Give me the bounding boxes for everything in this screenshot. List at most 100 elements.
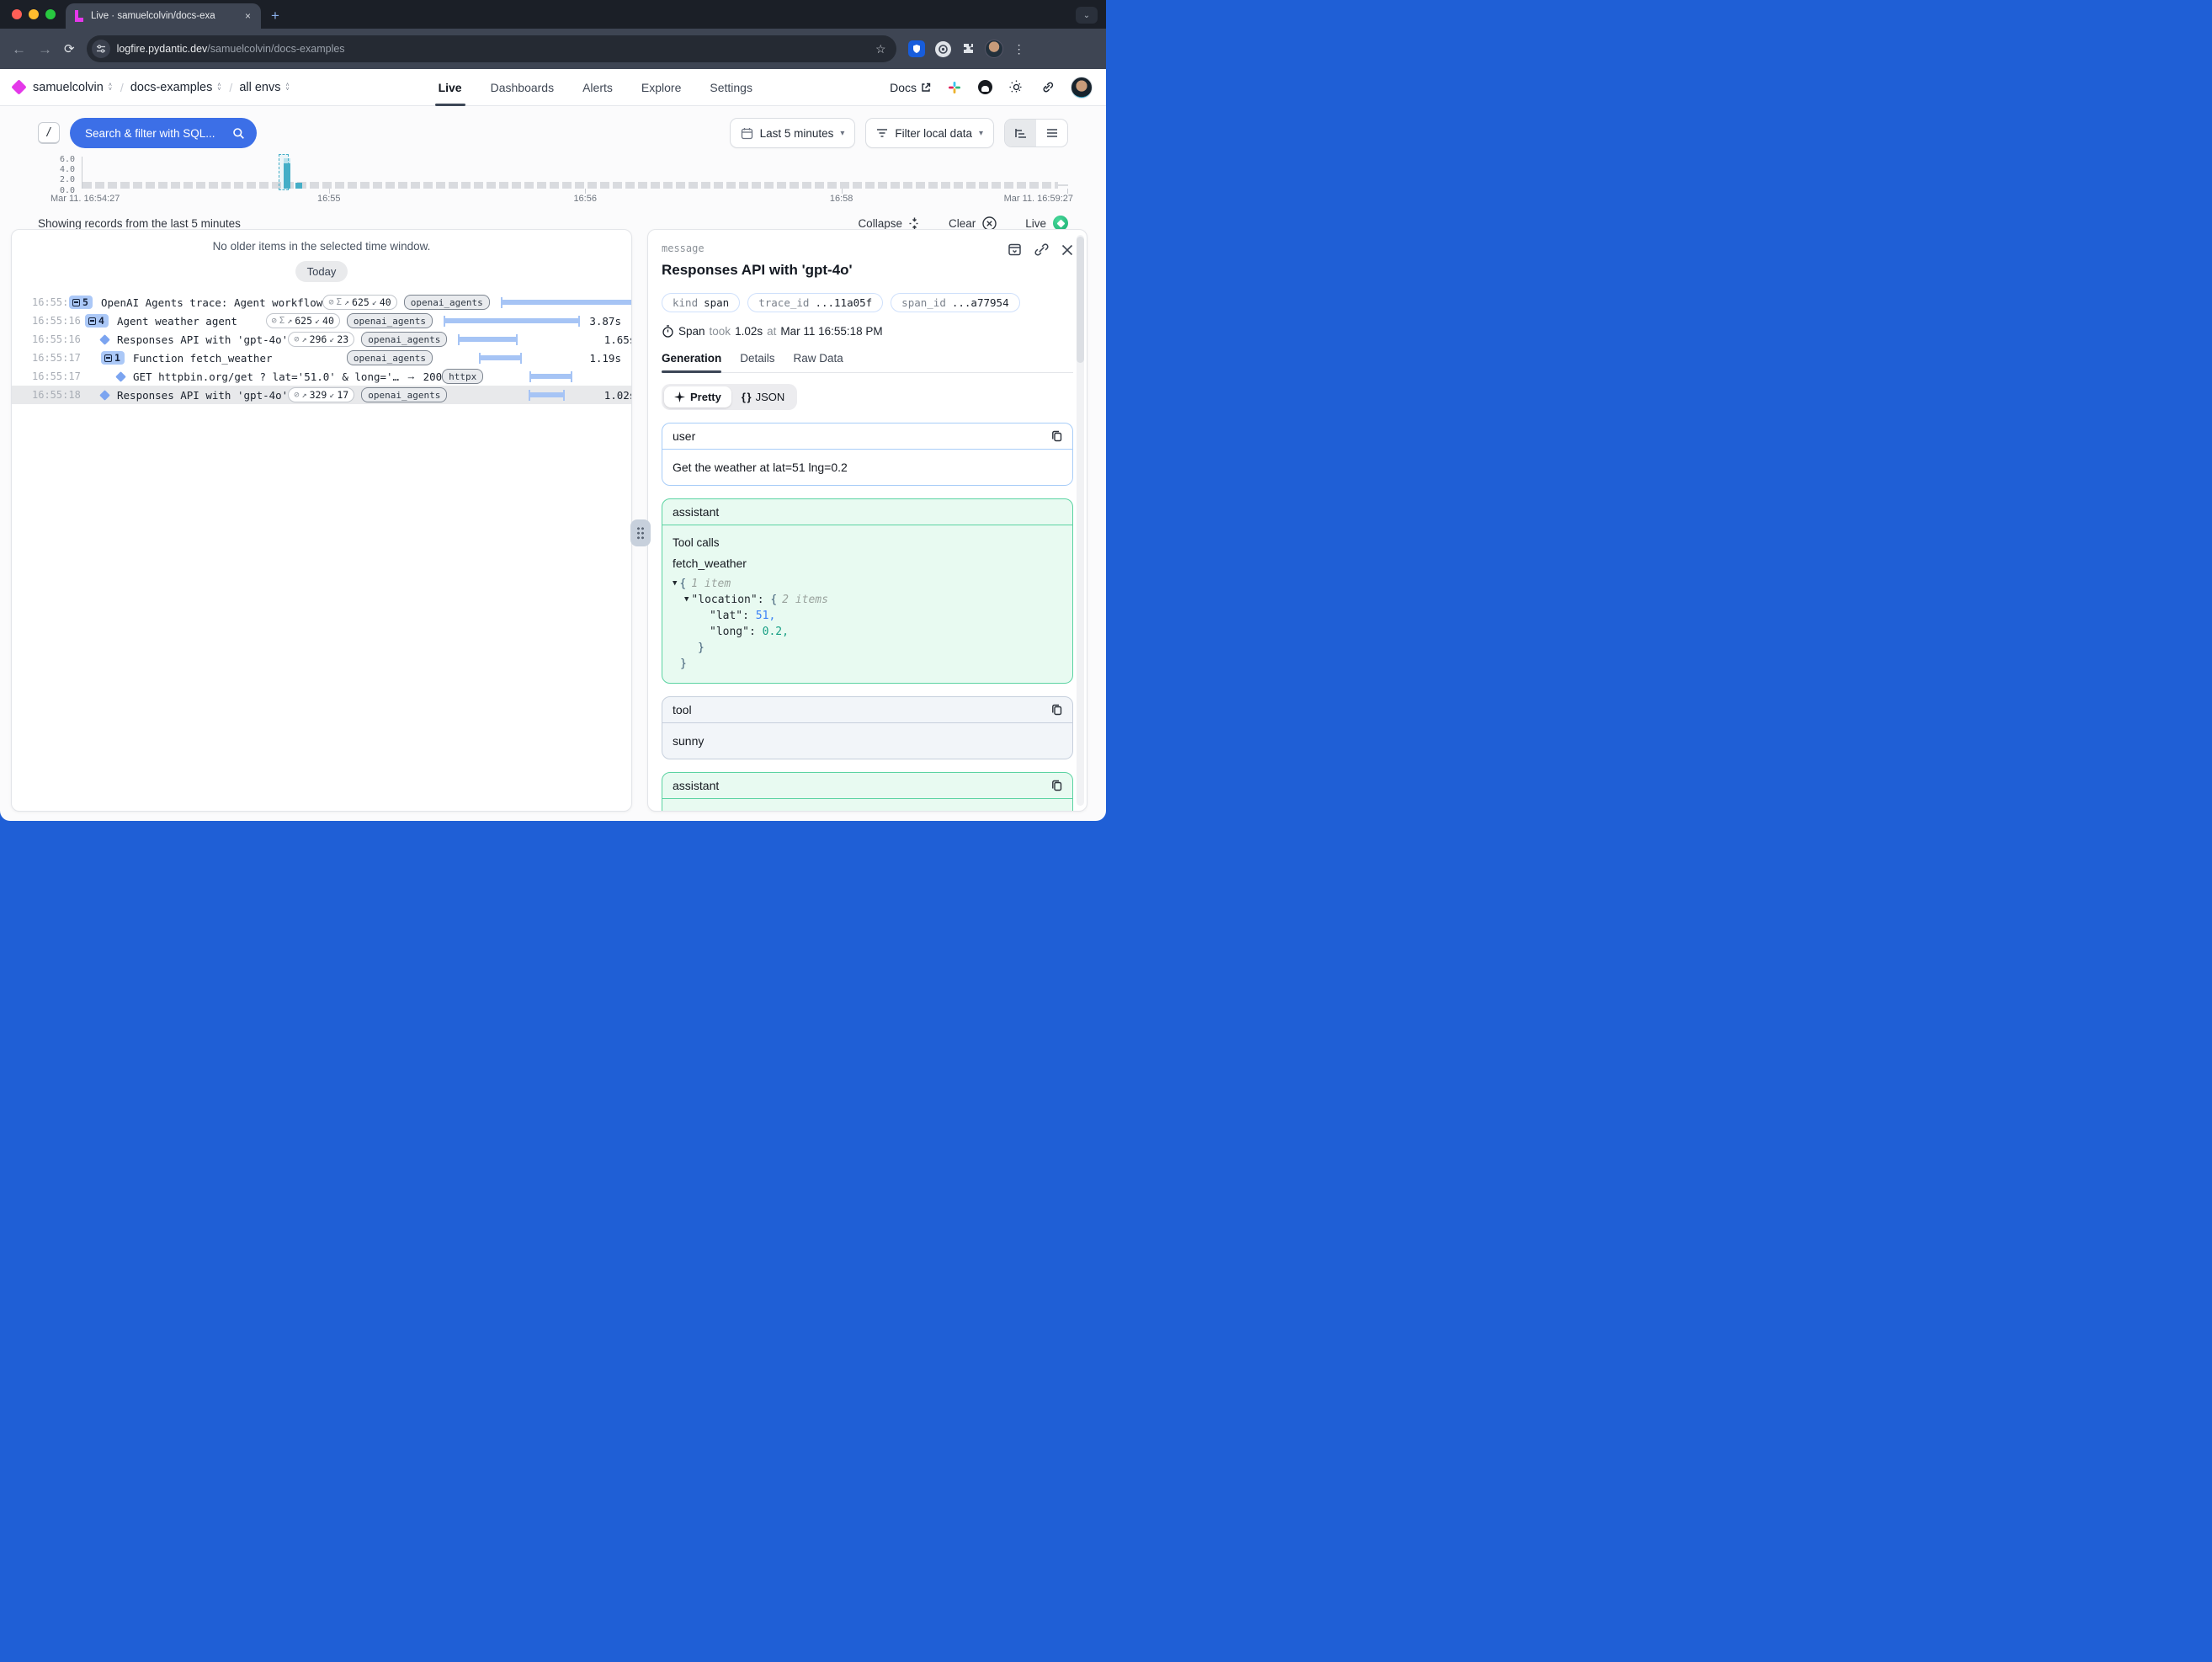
stopwatch-icon bbox=[662, 325, 674, 338]
collapse-button[interactable]: Collapse bbox=[858, 217, 920, 230]
histogram-bar-small[interactable] bbox=[295, 183, 302, 189]
breadcrumb-org[interactable]: samuelcolvin˄˅ bbox=[33, 81, 114, 94]
breadcrumb-env[interactable]: all envs˄˅ bbox=[239, 81, 290, 94]
breadcrumb-project[interactable]: docs-examples˄˅ bbox=[130, 81, 223, 94]
sparkle-icon bbox=[674, 392, 685, 402]
circle-extension-icon[interactable] bbox=[935, 41, 951, 57]
span-row[interactable]: 16:55:16 4 Agent weather agent ⊘Σ↗625↙40… bbox=[12, 312, 631, 330]
theme-sun-icon[interactable] bbox=[1008, 80, 1024, 95]
copy-icon[interactable] bbox=[1051, 704, 1062, 716]
tab-raw-data[interactable]: Raw Data bbox=[794, 352, 843, 372]
span-duration-bar bbox=[480, 355, 522, 360]
close-window-button[interactable] bbox=[12, 9, 22, 19]
pretty-view-button[interactable]: Pretty bbox=[664, 386, 731, 408]
back-icon[interactable]: ← bbox=[12, 42, 26, 56]
panel-scrollbar-thumb[interactable] bbox=[1077, 237, 1084, 363]
new-tab-button[interactable]: + bbox=[271, 8, 279, 24]
copy-icon[interactable] bbox=[1051, 780, 1062, 791]
span-name: Function fetch_weather bbox=[133, 352, 273, 365]
span-duration: 1.19s bbox=[630, 370, 632, 383]
minimize-window-button[interactable] bbox=[29, 9, 39, 19]
tokens-out-arrow-icon: ↙ bbox=[315, 317, 320, 326]
zoom-window-button[interactable] bbox=[45, 9, 56, 19]
span-name: GET httpbin.org/get ? lat='51.0' & long=… bbox=[133, 370, 399, 383]
span-row[interactable]: 16:55:16 Responses API with 'gpt-4o' ⊘↗2… bbox=[12, 330, 631, 349]
span-row[interactable]: 16:55:17 1 Function fetch_weather openai… bbox=[12, 349, 631, 367]
forward-icon[interactable]: → bbox=[38, 42, 52, 56]
scope-tag[interactable]: openai_agents bbox=[361, 332, 447, 347]
x-axis-label: Mar 11. 16:54:27 bbox=[51, 194, 120, 204]
showing-records-text: Showing records from the last 5 minutes bbox=[38, 217, 241, 230]
time-range-dropdown[interactable]: Last 5 minutes ▾ bbox=[730, 118, 856, 148]
scope-tag[interactable]: httpx bbox=[442, 369, 483, 384]
address-bar[interactable]: logfire.pydantic.dev/samuelcolvin/docs-e… bbox=[87, 35, 896, 62]
bookmark-star-icon[interactable]: ☆ bbox=[875, 42, 886, 56]
tree-view-button[interactable] bbox=[1005, 120, 1036, 146]
shield-extension-icon[interactable] bbox=[908, 40, 925, 57]
url-text[interactable]: logfire.pydantic.dev/samuelcolvin/docs-e… bbox=[117, 43, 869, 55]
json-view-button[interactable]: { } JSON bbox=[731, 386, 795, 408]
share-link-icon[interactable] bbox=[1040, 80, 1055, 95]
span-row[interactable]: 16:55:16 5 OpenAI Agents trace: Agent wo… bbox=[12, 293, 631, 312]
histogram-plot[interactable]: Mar 11. 16:54:27 16:55 16:56 16:58 Mar 1… bbox=[82, 157, 1068, 189]
reload-icon[interactable]: ⟳ bbox=[64, 41, 75, 56]
span-gantt bbox=[495, 369, 630, 384]
filter-row: / Search & filter with SQL... Last 5 min… bbox=[0, 106, 1106, 148]
tab-strip: Live · samuelcolvin/docs-exa × + ⌄ bbox=[0, 0, 1106, 29]
archive-icon[interactable] bbox=[1008, 242, 1022, 257]
logfire-logo-icon[interactable] bbox=[11, 79, 26, 94]
tab-details[interactable]: Details bbox=[740, 352, 774, 372]
records-histogram[interactable]: 6.04.02.00.0 Mar 11. 16:54:27 16:55 16:5… bbox=[38, 155, 1068, 207]
trace-id-pill[interactable]: trace_id...11a05f bbox=[747, 293, 883, 312]
collapse-icon bbox=[909, 217, 920, 230]
scope-tag[interactable]: openai_agents bbox=[404, 295, 490, 310]
scope-tag[interactable]: openai_agents bbox=[361, 387, 447, 402]
tab-search-button[interactable]: ⌄ bbox=[1076, 7, 1098, 24]
app-header: samuelcolvin˄˅ / docs-examples˄˅ / all e… bbox=[0, 69, 1106, 106]
chevron-down-icon: ▾ bbox=[979, 129, 983, 138]
tab-generation[interactable]: Generation bbox=[662, 352, 721, 372]
tab-live[interactable]: Live bbox=[439, 69, 462, 106]
tab-explore[interactable]: Explore bbox=[641, 69, 681, 106]
clear-button[interactable]: Clear bbox=[949, 216, 997, 231]
tab-dashboards[interactable]: Dashboards bbox=[491, 69, 555, 106]
site-settings-icon[interactable] bbox=[92, 40, 110, 58]
scope-tag[interactable]: openai_agents bbox=[347, 313, 433, 328]
tab-close-icon[interactable]: × bbox=[243, 10, 253, 22]
extensions-puzzle-icon[interactable] bbox=[961, 42, 975, 56]
panel-resize-handle[interactable] bbox=[630, 519, 651, 546]
permalink-icon[interactable] bbox=[1034, 242, 1049, 257]
search-input[interactable]: Search & filter with SQL... bbox=[70, 118, 257, 148]
span-id-pill[interactable]: span_id...a77954 bbox=[891, 293, 1019, 312]
histogram-selection[interactable] bbox=[279, 154, 289, 190]
slack-icon[interactable] bbox=[947, 80, 962, 95]
close-icon[interactable] bbox=[1061, 244, 1073, 256]
span-time: 16:55:16 bbox=[12, 315, 66, 327]
user-avatar[interactable] bbox=[1071, 77, 1093, 99]
browser-profile-avatar[interactable] bbox=[985, 40, 1003, 58]
collapse-count-badge[interactable]: 5 bbox=[69, 296, 93, 309]
browser-tab[interactable]: Live · samuelcolvin/docs-exa × bbox=[66, 3, 261, 29]
browser-menu-icon[interactable]: ⋮ bbox=[1013, 42, 1025, 56]
traffic-lights[interactable] bbox=[0, 0, 66, 29]
collapse-count-badge[interactable]: 1 bbox=[101, 351, 125, 365]
local-filter-dropdown[interactable]: Filter local data ▾ bbox=[865, 118, 994, 148]
empty-window-notice: No older items in the selected time wind… bbox=[12, 230, 631, 253]
scope-tag[interactable]: openai_agents bbox=[347, 350, 433, 365]
chevron-down-icon[interactable]: ▼ bbox=[673, 576, 677, 592]
span-name: OpenAI Agents trace: Agent workflow bbox=[101, 296, 322, 309]
tab-alerts[interactable]: Alerts bbox=[582, 69, 613, 106]
tab-settings[interactable]: Settings bbox=[710, 69, 752, 106]
copy-icon[interactable] bbox=[1051, 430, 1062, 442]
collapse-count-badge[interactable]: 4 bbox=[85, 314, 109, 328]
span-row[interactable]: 16:55:17 GET httpbin.org/get ? lat='51.0… bbox=[12, 367, 631, 386]
trace-list-panel: No older items in the selected time wind… bbox=[11, 229, 632, 812]
span-rows: 16:55:16 5 OpenAI Agents trace: Agent wo… bbox=[12, 293, 631, 404]
chevron-down-icon[interactable]: ▼ bbox=[684, 592, 689, 608]
span-row-selected[interactable]: 16:55:18 Responses API with 'gpt-4o' ⊘↗3… bbox=[12, 386, 631, 404]
today-chip[interactable]: Today bbox=[295, 261, 348, 282]
github-icon[interactable] bbox=[978, 80, 992, 94]
docs-link[interactable]: Docs bbox=[890, 81, 931, 94]
token-count-badge: ⊘Σ↗625↙40 bbox=[322, 295, 396, 310]
list-view-button[interactable] bbox=[1036, 120, 1067, 146]
